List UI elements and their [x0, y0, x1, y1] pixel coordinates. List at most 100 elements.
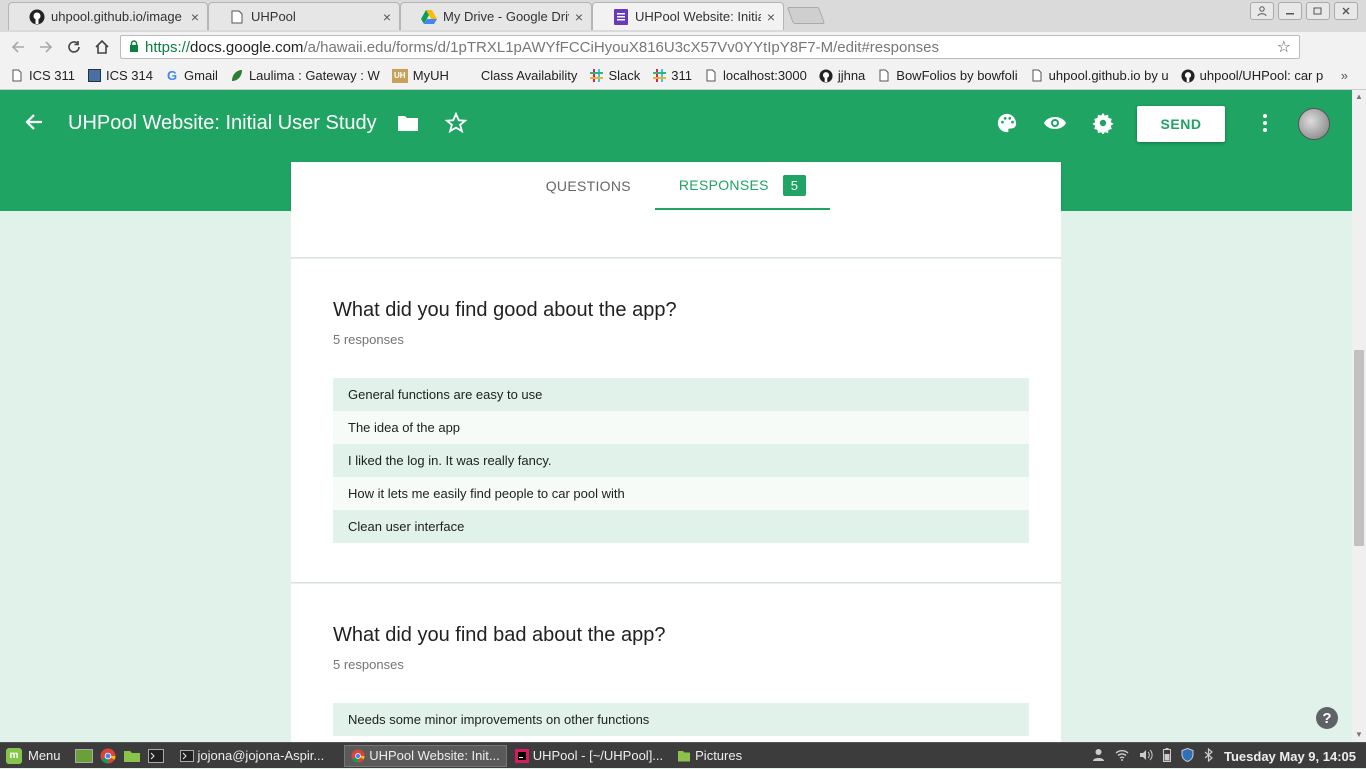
bookmark-label: Slack	[608, 68, 641, 83]
responses-page: What did you find good about the app? 5 …	[291, 210, 1061, 742]
bookmarks-overflow-icon[interactable]: »	[1341, 68, 1348, 83]
palette-icon[interactable]	[994, 110, 1020, 136]
wifi-icon[interactable]	[1115, 749, 1129, 764]
question-title: What did you find good about the app?	[333, 299, 677, 321]
taskbar-window-label: UHPool Website: Init...	[369, 748, 500, 763]
files-launcher-icon[interactable]	[121, 746, 143, 766]
shield-icon[interactable]	[1181, 747, 1194, 765]
bookmark-label: Gmail	[184, 68, 218, 83]
back-arrow-icon[interactable]	[4, 34, 32, 60]
bookmark-star-icon[interactable]: ☆	[1277, 37, 1291, 57]
browser-tab-uhpool-forms[interactable]: UHPool Website: Initial ×	[592, 2, 784, 30]
bookmark-gmail[interactable]: G Gmail	[165, 68, 218, 83]
lock-icon	[129, 39, 139, 55]
more-options-icon[interactable]	[1252, 110, 1278, 136]
bookmark-label: uhpool.github.io by u	[1048, 68, 1169, 83]
bookmark-311[interactable]: 311	[652, 68, 692, 83]
tab-questions[interactable]: QUESTIONS	[522, 162, 655, 210]
start-menu-button[interactable]: m Menu	[0, 743, 67, 769]
page-scrollbar[interactable]: ▲ ▼	[1352, 90, 1366, 742]
scrollbar-thumb[interactable]	[1354, 350, 1364, 546]
new-tab-button[interactable]	[786, 7, 826, 24]
browser-tab-uhpool-images[interactable]: uhpool.github.io/image ×	[8, 2, 208, 30]
reload-icon[interactable]	[60, 34, 88, 60]
system-tray: Tuesday May 9, 14:05	[1087, 743, 1366, 769]
bluetooth-icon[interactable]	[1204, 747, 1213, 765]
star-icon[interactable]	[443, 110, 469, 136]
chrome-icon	[351, 748, 365, 763]
taskbar-window-chrome[interactable]: UHPool Website: Init...	[344, 744, 507, 767]
tab-responses[interactable]: RESPONSES 5	[654, 162, 831, 210]
tab-title: UHPool	[251, 9, 296, 24]
taskbar-window-pictures[interactable]: Pictures	[671, 745, 748, 767]
response-list: General functions are easy to use The id…	[333, 378, 1029, 543]
bookmark-localhost[interactable]: localhost:3000	[704, 68, 807, 83]
bookmark-laulima[interactable]: Laulima : Gateway : W	[230, 68, 380, 83]
google-icon: G	[166, 68, 178, 83]
user-icon[interactable]	[1092, 748, 1105, 764]
volume-icon[interactable]	[1139, 749, 1153, 764]
tab-close-icon[interactable]: ×	[767, 9, 775, 25]
battery-icon[interactable]	[1163, 747, 1171, 765]
github-icon	[29, 9, 45, 25]
form-title[interactable]: UHPool Website: Initial User Study	[68, 112, 377, 135]
page-icon	[229, 9, 245, 25]
bookmark-myuh[interactable]: UH MyUH	[391, 68, 449, 83]
tab-responses-label: RESPONSES	[678, 177, 769, 193]
show-desktop-icon[interactable]	[73, 746, 95, 766]
bookmark-uhpool-repo[interactable]: uhpool/UHPool: car p	[1181, 68, 1324, 83]
tab-close-icon[interactable]: ×	[575, 9, 583, 25]
scroll-up-icon[interactable]: ▲	[1355, 92, 1363, 101]
browser-tabstrip: uhpool.github.io/image × UHPool × My Dri…	[0, 0, 1366, 32]
tab-close-icon[interactable]: ×	[383, 9, 391, 25]
square-icon	[87, 69, 101, 83]
forward-arrow-icon[interactable]	[32, 34, 60, 60]
user-icon[interactable]	[1250, 2, 1274, 20]
taskbar-window-terminal[interactable]: jojona@jojona-Aspir...	[174, 745, 331, 767]
bookmark-label: uhpool/UHPool: car p	[1199, 68, 1324, 83]
response-list: Needs some minor improvements on other f…	[333, 703, 1029, 736]
bookmark-class-availability[interactable]: Class Availability	[481, 68, 578, 83]
settings-gear-icon[interactable]	[1090, 110, 1116, 136]
browser-tab-google-drive[interactable]: My Drive - Google Drive ×	[400, 2, 592, 30]
bookmark-jjhna[interactable]: jjhna	[819, 68, 865, 83]
address-bar[interactable]: https:// docs.google.com /a/hawaii.edu/f…	[120, 35, 1300, 59]
taskbar-window-label: UHPool - [~/UHPool]...	[532, 748, 664, 763]
system-clock[interactable]: Tuesday May 9, 14:05	[1224, 749, 1356, 764]
back-arrow-icon[interactable]	[22, 110, 46, 134]
response-item: General functions are easy to use	[333, 378, 1029, 411]
avatar[interactable]	[1298, 108, 1330, 140]
folder-icon	[677, 749, 691, 763]
minimize-icon[interactable]	[1278, 2, 1302, 20]
folder-icon[interactable]	[395, 110, 421, 136]
browser-tab-uhpool[interactable]: UHPool ×	[208, 2, 400, 30]
help-icon[interactable]: ?	[1316, 707, 1338, 729]
taskbar-window-intellij[interactable]: UHPool - [~/UHPool]...	[509, 745, 669, 767]
bookmark-ics314[interactable]: ICS 314	[87, 68, 153, 83]
chrome-launcher-icon[interactable]	[97, 746, 119, 766]
scroll-down-icon[interactable]: ▼	[1355, 730, 1363, 739]
taskbar-window-label: Pictures	[695, 748, 743, 763]
slack-icon	[589, 69, 603, 83]
response-count: 5 responses	[333, 657, 404, 672]
laulima-icon	[230, 69, 244, 83]
google-drive-icon	[421, 9, 437, 25]
home-icon[interactable]	[88, 34, 116, 60]
bookmark-uhpool-github-io[interactable]: uhpool.github.io by u	[1030, 68, 1169, 83]
tab-close-icon[interactable]: ×	[191, 9, 199, 25]
maximize-icon[interactable]	[1306, 2, 1330, 20]
url-host: docs.google.com	[190, 38, 304, 56]
bookmark-slack[interactable]: Slack	[589, 68, 640, 83]
bookmark-bowfolios[interactable]: BowFolios by bowfoli	[877, 68, 1018, 83]
question-card-bad: What did you find bad about the app? 5 r…	[291, 584, 1061, 742]
preview-eye-icon[interactable]	[1042, 110, 1068, 136]
tab-title: UHPool Website: Initial	[635, 9, 761, 24]
send-button[interactable]: SEND	[1137, 106, 1225, 142]
page-icon	[877, 69, 891, 83]
close-window-icon[interactable]	[1334, 2, 1358, 20]
terminal-launcher-icon[interactable]	[145, 746, 167, 766]
bookmark-ics311[interactable]: ICS 311	[10, 68, 75, 83]
response-item: How it lets me easily find people to car…	[333, 477, 1029, 510]
page-icon	[704, 69, 718, 83]
tab-title: uhpool.github.io/image	[51, 9, 182, 24]
